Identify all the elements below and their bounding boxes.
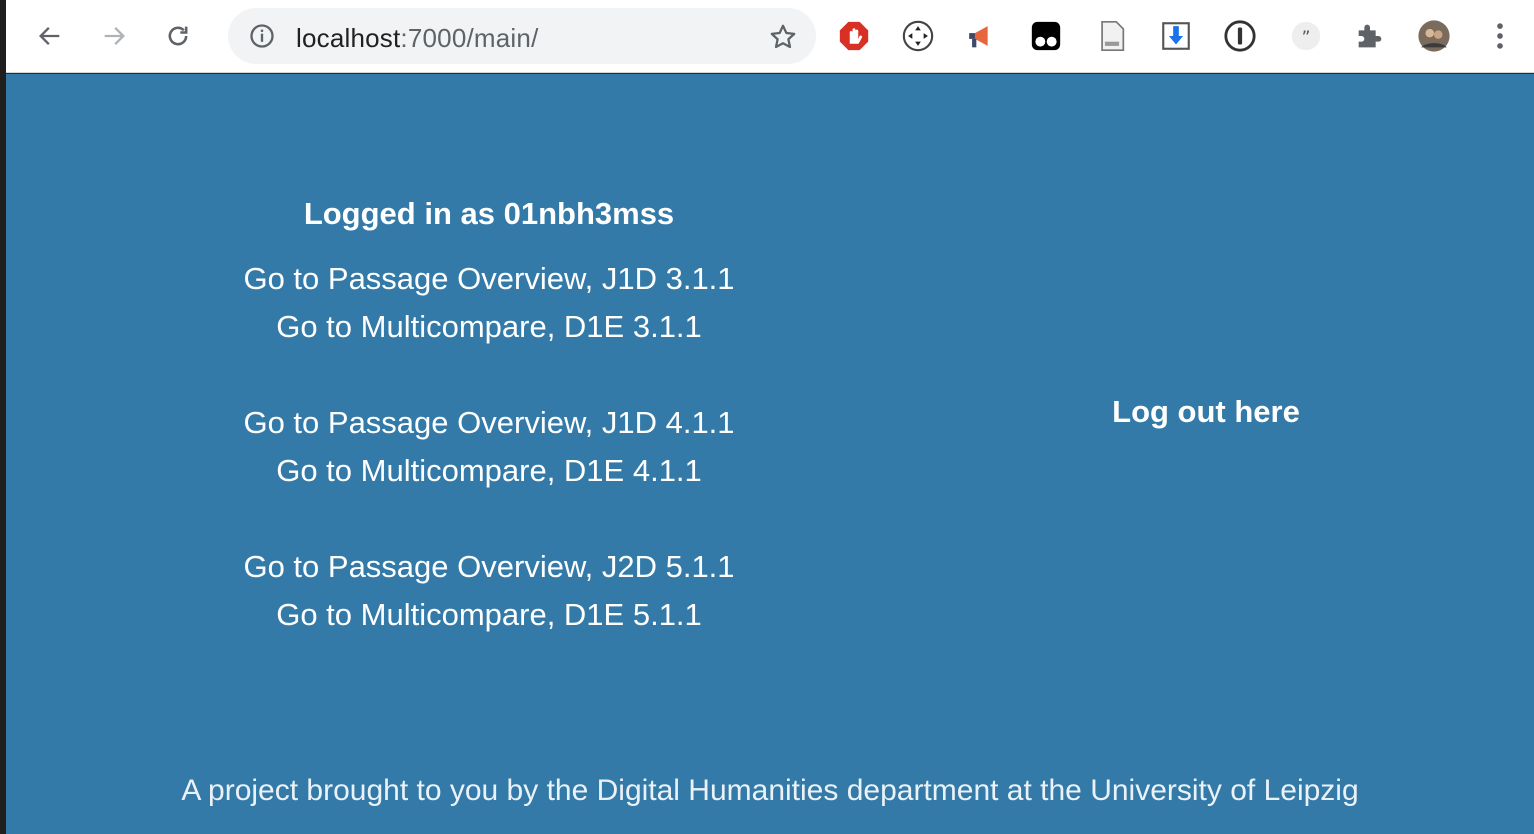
browser-menu-button[interactable] xyxy=(1482,18,1518,54)
logged-in-heading: Logged in as 01nbh3mss xyxy=(303,196,675,231)
megaphone-extension[interactable] xyxy=(964,18,1000,54)
reload-button[interactable] xyxy=(158,16,198,56)
page-content: Logged in as 01nbh3mss Go to Passage Ove… xyxy=(6,74,1534,834)
forward-arrow-icon xyxy=(104,27,125,45)
browser-toolbar: localhost:7000/main/ ” xyxy=(6,0,1534,73)
multicompare-link[interactable]: Go to Multicompare, D1E 5.1.1 xyxy=(6,591,972,639)
quote-icon: ” xyxy=(1291,21,1321,51)
url-host: localhost xyxy=(296,23,401,53)
password-manager-icon xyxy=(1224,20,1256,52)
document-extension[interactable] xyxy=(1094,18,1130,54)
multicompare-link[interactable]: Go to Multicompare, D1E 3.1.1 xyxy=(6,303,972,351)
back-button[interactable] xyxy=(30,16,70,56)
svg-text:”: ” xyxy=(1302,28,1311,48)
logout-link[interactable]: Log out here xyxy=(1006,394,1406,430)
passage-overview-link[interactable]: Go to Passage Overview, J2D 5.1.1 xyxy=(6,543,972,591)
move-icon xyxy=(902,20,934,52)
download-icon xyxy=(1162,22,1190,50)
bookmark-star-icon[interactable] xyxy=(768,22,798,52)
link-group-4: Go to Passage Overview, J1D 4.1.1 Go to … xyxy=(6,399,972,495)
profile-button[interactable] xyxy=(1416,18,1452,54)
megaphone-icon xyxy=(969,26,988,48)
info-icon[interactable] xyxy=(248,22,276,50)
passage-overview-link[interactable]: Go to Passage Overview, J1D 3.1.1 xyxy=(6,255,972,303)
url-text[interactable]: localhost:7000/main/ xyxy=(296,23,539,54)
forward-button[interactable] xyxy=(94,16,134,56)
adblock-icon xyxy=(839,21,869,51)
move-extension[interactable] xyxy=(900,18,936,54)
footer-text: A project brought to you by the Digital … xyxy=(181,774,1359,807)
link-group-5: Go to Passage Overview, J2D 5.1.1 Go to … xyxy=(6,543,972,639)
tampermonkey-icon xyxy=(1031,21,1061,51)
reload-icon xyxy=(168,26,188,46)
menu-icon xyxy=(1497,23,1503,49)
document-icon xyxy=(1101,20,1125,52)
back-arrow-icon xyxy=(39,27,60,45)
passage-overview-link[interactable]: Go to Passage Overview, J1D 4.1.1 xyxy=(6,399,972,447)
tampermonkey-extension[interactable] xyxy=(1028,18,1064,54)
adblock-extension[interactable] xyxy=(836,18,872,54)
multicompare-link[interactable]: Go to Multicompare, D1E 4.1.1 xyxy=(6,447,972,495)
quote-extension[interactable]: ” xyxy=(1288,18,1324,54)
puzzle-icon xyxy=(1358,24,1382,48)
extensions-button[interactable] xyxy=(1352,18,1388,54)
download-extension[interactable] xyxy=(1158,18,1194,54)
url-path: :7000/main/ xyxy=(400,23,539,53)
address-bar[interactable]: localhost:7000/main/ xyxy=(228,8,816,64)
password-manager-extension[interactable] xyxy=(1222,18,1258,54)
profile-avatar-icon xyxy=(1418,20,1450,52)
link-group-3: Go to Passage Overview, J1D 3.1.1 Go to … xyxy=(6,255,972,351)
